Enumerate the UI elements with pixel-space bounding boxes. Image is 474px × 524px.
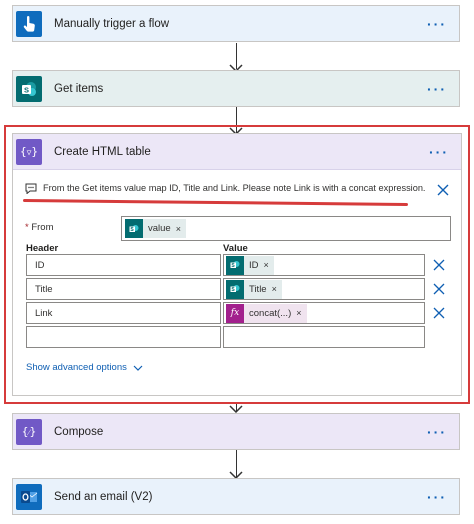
header-column-label: Header bbox=[26, 243, 59, 254]
from-input[interactable]: S value × bbox=[121, 216, 451, 241]
value-token[interactable]: S value × bbox=[125, 219, 186, 238]
sharepoint-icon: S bbox=[125, 219, 143, 238]
get-items-title: Get items bbox=[54, 82, 104, 95]
data-operation-icon: {▽} bbox=[16, 138, 42, 165]
send-email-step[interactable]: Send an email (V2) ··· bbox=[12, 478, 460, 515]
compose-more-button[interactable]: ··· bbox=[427, 425, 447, 439]
concat-expression-token[interactable]: fx concat(...) × bbox=[226, 303, 307, 323]
delete-row-icon[interactable] bbox=[432, 258, 446, 272]
header-cell-title[interactable]: Title bbox=[26, 278, 221, 300]
trigger-more-button[interactable]: ··· bbox=[427, 17, 447, 31]
value-cell-title[interactable]: S Title × bbox=[223, 278, 425, 300]
create-html-table-card: {▽} Create HTML table ··· From the Get i… bbox=[12, 133, 462, 396]
send-email-title: Send an email (V2) bbox=[54, 490, 153, 503]
value-cell-id[interactable]: S ID × bbox=[223, 254, 425, 276]
trigger-step[interactable]: Manually trigger a flow ··· bbox=[12, 5, 460, 42]
touch-icon bbox=[16, 10, 42, 37]
highlight-underline bbox=[22, 198, 409, 207]
id-token[interactable]: S ID × bbox=[226, 255, 274, 275]
comment-text: From the Get items value map ID, Title a… bbox=[43, 183, 426, 193]
remove-token-icon[interactable]: × bbox=[296, 308, 301, 318]
close-comment-icon[interactable] bbox=[437, 184, 449, 196]
comment-icon bbox=[25, 183, 37, 194]
function-icon: fx bbox=[226, 303, 244, 323]
remove-token-icon[interactable]: × bbox=[272, 284, 277, 294]
data-operation-icon: {⁄} bbox=[16, 418, 42, 445]
value-cell-empty[interactable] bbox=[223, 326, 425, 348]
value-token-label: value bbox=[148, 223, 171, 234]
sharepoint-icon: S bbox=[16, 75, 42, 102]
create-html-table-title: Create HTML table bbox=[54, 145, 151, 158]
delete-row-icon[interactable] bbox=[432, 282, 446, 296]
get-items-step[interactable]: S Get items ··· bbox=[12, 70, 460, 107]
from-label: * From bbox=[25, 222, 54, 233]
compose-title: Compose bbox=[54, 425, 104, 438]
trigger-title: Manually trigger a flow bbox=[54, 17, 170, 30]
get-items-more-button[interactable]: ··· bbox=[427, 82, 447, 96]
value-column-label: Value bbox=[223, 243, 248, 254]
header-cell-link[interactable]: Link bbox=[26, 302, 221, 324]
header-cell-id[interactable]: ID bbox=[26, 254, 221, 276]
outlook-icon bbox=[16, 483, 42, 510]
svg-text:S: S bbox=[24, 85, 29, 94]
show-advanced-options-link[interactable]: Show advanced options bbox=[26, 362, 143, 373]
title-token[interactable]: S Title × bbox=[226, 279, 282, 299]
sharepoint-icon: S bbox=[226, 255, 244, 275]
comment-note: From the Get items value map ID, Title a… bbox=[19, 176, 455, 200]
chevron-down-icon bbox=[133, 365, 143, 371]
create-html-table-header[interactable]: {▽} Create HTML table ··· bbox=[13, 134, 461, 170]
create-html-table-highlight: {▽} Create HTML table ··· From the Get i… bbox=[4, 125, 470, 404]
header-cell-empty[interactable] bbox=[26, 326, 221, 348]
remove-token-icon[interactable]: × bbox=[264, 260, 269, 270]
compose-step[interactable]: {⁄} Compose ··· bbox=[12, 413, 460, 450]
create-html-table-more-button[interactable]: ··· bbox=[429, 145, 449, 159]
delete-row-icon[interactable] bbox=[432, 306, 446, 320]
sharepoint-icon: S bbox=[226, 279, 244, 299]
arrow-down-icon bbox=[229, 405, 243, 413]
value-cell-link[interactable]: fx concat(...) × bbox=[223, 302, 425, 324]
remove-token-icon[interactable]: × bbox=[176, 224, 181, 234]
send-email-more-button[interactable]: ··· bbox=[427, 490, 447, 504]
